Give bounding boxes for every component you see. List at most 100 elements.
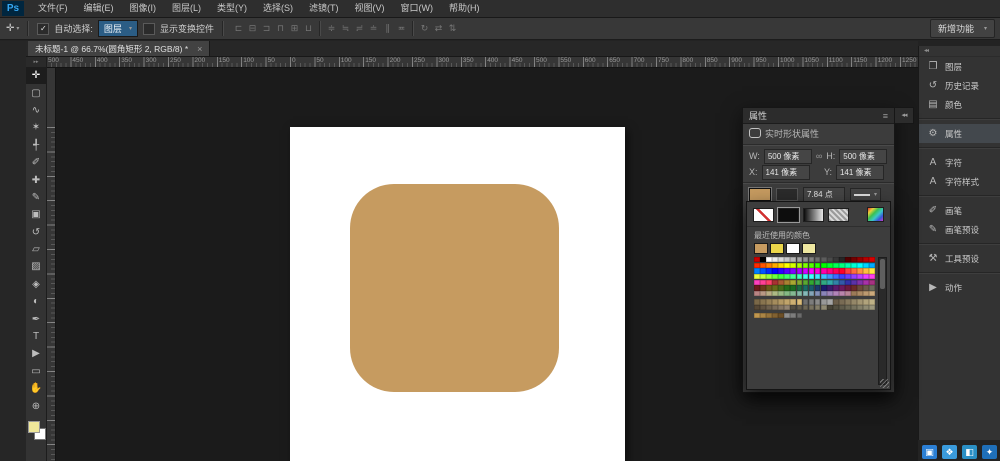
color-swatch[interactable] xyxy=(827,299,833,304)
color-swatch[interactable] xyxy=(857,291,863,296)
color-swatch[interactable] xyxy=(815,274,821,279)
color-swatch[interactable] xyxy=(869,274,875,279)
color-swatch[interactable] xyxy=(766,305,772,310)
3d-slide-icon[interactable]: ⇅ xyxy=(446,23,459,34)
color-swatch[interactable] xyxy=(863,305,869,310)
color-swatch[interactable] xyxy=(821,268,827,273)
color-swatch[interactable] xyxy=(863,257,869,262)
color-swatch[interactable] xyxy=(821,263,827,268)
color-swatch[interactable] xyxy=(869,299,875,304)
horizontal-ruler[interactable]: 5004504003503002502001501005005010015020… xyxy=(28,57,918,68)
color-swatch[interactable] xyxy=(760,291,766,296)
path-selection-tool[interactable]: ▶ xyxy=(26,345,46,362)
auto-select-checkbox[interactable]: ✓ xyxy=(37,23,49,35)
3d-pan-icon[interactable]: ⇄ xyxy=(432,23,445,34)
color-swatch[interactable] xyxy=(772,313,778,318)
taskbar-icon-2[interactable]: ❖ xyxy=(942,445,957,459)
color-swatch[interactable] xyxy=(772,305,778,310)
stroke-color-swatch[interactable] xyxy=(776,188,798,201)
panel-actions[interactable]: ▶动作 xyxy=(919,278,1000,297)
color-swatch[interactable] xyxy=(857,285,863,290)
pattern-button[interactable] xyxy=(828,208,849,222)
dock-collapse-arrows-icon[interactable]: ◂◂ xyxy=(919,46,1000,57)
align-vertical-centers-icon[interactable]: ⊞ xyxy=(288,23,301,34)
color-swatch[interactable] xyxy=(809,291,815,296)
color-swatch[interactable] xyxy=(821,274,827,279)
color-swatch[interactable] xyxy=(797,313,803,318)
color-swatch[interactable] xyxy=(863,268,869,273)
canvas[interactable] xyxy=(290,127,625,461)
menu-item[interactable]: 图像(I) xyxy=(122,0,165,17)
color-swatch[interactable] xyxy=(766,263,772,268)
color-swatch[interactable] xyxy=(778,313,784,318)
color-swatch[interactable] xyxy=(790,257,796,262)
color-swatch[interactable] xyxy=(778,285,784,290)
color-swatch[interactable] xyxy=(839,305,845,310)
color-swatch[interactable] xyxy=(815,268,821,273)
color-swatch[interactable] xyxy=(845,263,851,268)
color-swatch[interactable] xyxy=(827,305,833,310)
eraser-tool[interactable]: ▱ xyxy=(26,241,46,258)
color-swatch[interactable] xyxy=(869,285,875,290)
fill-color-swatch[interactable] xyxy=(749,188,771,201)
no-color-button[interactable] xyxy=(753,208,774,222)
color-swatch[interactable] xyxy=(772,291,778,296)
align-bottom-edges-icon[interactable]: ⊔ xyxy=(302,23,315,34)
color-swatch[interactable] xyxy=(809,257,815,262)
panel-character[interactable]: A字符 xyxy=(919,153,1000,172)
move-tool[interactable]: ✛ xyxy=(26,67,46,84)
color-swatch[interactable] xyxy=(863,285,869,290)
color-swatch[interactable] xyxy=(760,299,766,304)
color-swatch[interactable] xyxy=(869,305,875,310)
color-swatch[interactable] xyxy=(803,285,809,290)
color-swatch[interactable] xyxy=(869,291,875,296)
color-swatch[interactable] xyxy=(754,274,760,279)
taskbar-icon-1[interactable]: ▣ xyxy=(922,445,937,459)
color-swatch[interactable] xyxy=(797,299,803,304)
color-swatch[interactable] xyxy=(772,257,778,262)
color-swatch[interactable] xyxy=(857,280,863,285)
color-swatch[interactable] xyxy=(857,257,863,262)
color-swatch[interactable] xyxy=(851,257,857,262)
color-swatch[interactable] xyxy=(815,257,821,262)
color-swatch[interactable] xyxy=(760,313,766,318)
color-swatch[interactable] xyxy=(827,285,833,290)
color-swatch[interactable] xyxy=(760,257,766,262)
color-swatch[interactable] xyxy=(766,291,772,296)
color-swatch[interactable] xyxy=(851,263,857,268)
color-swatch[interactable] xyxy=(815,305,821,310)
color-swatch[interactable] xyxy=(803,274,809,279)
menu-item[interactable]: 文件(F) xyxy=(30,0,76,17)
zoom-tool[interactable]: ⊕ xyxy=(26,397,46,414)
color-swatch[interactable] xyxy=(863,274,869,279)
color-swatch[interactable] xyxy=(863,280,869,285)
color-swatch[interactable] xyxy=(833,263,839,268)
color-swatch[interactable] xyxy=(851,268,857,273)
recent-color-swatch[interactable] xyxy=(754,243,768,254)
color-swatch[interactable] xyxy=(845,299,851,304)
color-swatch[interactable] xyxy=(790,274,796,279)
recent-color-swatch[interactable] xyxy=(802,243,816,254)
foreground-color-swatch[interactable] xyxy=(28,421,40,433)
color-swatch[interactable] xyxy=(851,280,857,285)
color-swatch[interactable] xyxy=(790,285,796,290)
distribute-top-edges-icon[interactable]: ≑ xyxy=(325,23,338,34)
color-swatch[interactable] xyxy=(778,263,784,268)
color-swatch[interactable] xyxy=(827,263,833,268)
history-brush-tool[interactable]: ↺ xyxy=(26,224,46,241)
x-field[interactable]: 141 像素 xyxy=(762,165,810,180)
color-swatch[interactable] xyxy=(833,299,839,304)
panel-properties[interactable]: ⚙属性 xyxy=(919,124,1000,143)
color-swatch[interactable] xyxy=(827,268,833,273)
panel-brush[interactable]: ✐画笔 xyxy=(919,201,1000,220)
eyedropper-tool[interactable]: ✐ xyxy=(26,154,46,171)
color-swatch[interactable] xyxy=(839,280,845,285)
color-swatch[interactable] xyxy=(760,274,766,279)
color-swatch[interactable] xyxy=(778,274,784,279)
color-swatch[interactable] xyxy=(784,268,790,273)
stroke-style-dropdown[interactable]: ▾ xyxy=(850,188,881,201)
color-swatch[interactable] xyxy=(790,305,796,310)
close-icon[interactable]: × xyxy=(197,44,202,54)
color-swatch[interactable] xyxy=(833,305,839,310)
color-swatch[interactable] xyxy=(790,268,796,273)
